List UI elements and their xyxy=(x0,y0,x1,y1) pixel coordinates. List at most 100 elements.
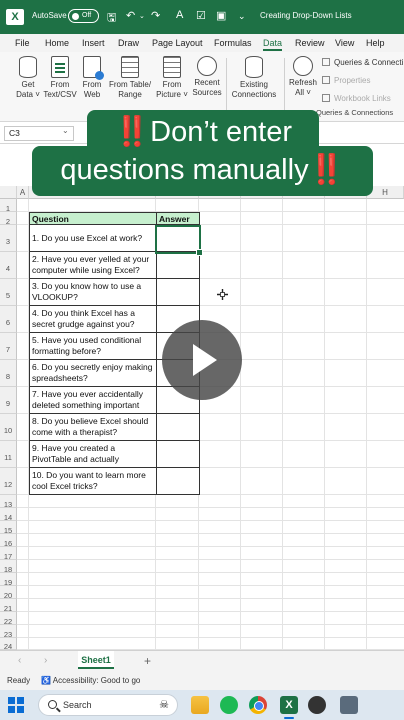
row-header[interactable]: 6 xyxy=(0,306,17,333)
refresh-all-button[interactable]: Refresh All ˅ xyxy=(288,56,318,98)
question-cell[interactable]: 2. Have you ever yelled at your computer… xyxy=(29,251,157,279)
spotify-icon[interactable] xyxy=(220,696,238,714)
tab-home[interactable]: Home xyxy=(45,38,69,48)
accessibility-status[interactable]: ♿ Accessibility: Good to go xyxy=(41,676,140,685)
sheet-tab-sheet1[interactable]: Sheet1 xyxy=(78,651,114,669)
row-header[interactable]: 5 xyxy=(0,279,17,306)
gridline-row xyxy=(17,546,404,547)
existing-connections-button[interactable]: Existing Connections xyxy=(230,56,278,100)
question-cell[interactable]: 8. Do you believe Excel should come with… xyxy=(29,413,157,441)
tab-insert[interactable]: Insert xyxy=(82,38,105,48)
search-placeholder: Search xyxy=(63,700,92,710)
selected-cell-c3[interactable] xyxy=(155,225,203,256)
undo-icon[interactable]: ↶ xyxy=(126,9,135,22)
banner-line-1: ‼️Don’t enter xyxy=(114,116,292,148)
taskbar-search[interactable]: Search ☠ xyxy=(38,694,178,716)
row-header[interactable]: 20 xyxy=(0,586,17,600)
connections-icon xyxy=(245,56,263,78)
properties-button[interactable]: Properties xyxy=(322,76,370,85)
from-text-csv-button[interactable]: From Text/CSV xyxy=(43,56,77,100)
row-header[interactable]: 16 xyxy=(0,534,17,548)
question-cell[interactable]: 7. Have you ever accidentally deleted so… xyxy=(29,386,157,414)
answer-cell[interactable] xyxy=(156,413,200,441)
excel-taskbar-icon[interactable]: X xyxy=(280,696,298,714)
question-cell[interactable]: 3. Do you know how to use a VLOOKUP? xyxy=(29,278,157,306)
answer-cell[interactable] xyxy=(156,440,200,468)
row-header[interactable]: 14 xyxy=(0,508,17,522)
tab-help[interactable]: Help xyxy=(366,38,385,48)
from-picture-button[interactable]: From Picture ˅ xyxy=(155,56,189,100)
undo-dropdown-icon[interactable]: ⌄ xyxy=(139,12,145,20)
answer-cell[interactable] xyxy=(156,251,200,279)
file-explorer-icon[interactable] xyxy=(191,696,209,714)
autosave-label: AutoSave xyxy=(32,11,67,20)
tab-formulas[interactable]: Formulas xyxy=(214,38,252,48)
question-cell[interactable]: 5. Have you used conditional formatting … xyxy=(29,332,157,360)
redo-icon[interactable]: ↷ xyxy=(151,9,160,22)
row-header[interactable]: 11 xyxy=(0,441,17,468)
app-icon[interactable] xyxy=(340,696,358,714)
row-header[interactable]: 12 xyxy=(0,468,17,495)
row-header[interactable]: 9 xyxy=(0,387,17,414)
question-cell[interactable]: 6. Do you secretly enjoy making spreadsh… xyxy=(29,359,157,387)
ribbon-tabs: File Home Insert Draw Page Layout Formul… xyxy=(0,34,404,52)
picture-icon[interactable]: ▣ xyxy=(216,9,226,22)
workbook-links-button[interactable]: Workbook Links xyxy=(322,94,391,103)
save-icon[interactable]: 🖫 xyxy=(107,9,116,28)
prev-sheet-icon[interactable]: ‹ xyxy=(18,655,21,666)
windows-start-icon[interactable] xyxy=(8,697,24,713)
row-header[interactable]: 3 xyxy=(0,225,17,252)
question-cell[interactable]: 10. Do you want to learn more cool Excel… xyxy=(29,467,157,495)
table-icon xyxy=(121,56,139,78)
row-header[interactable]: 8 xyxy=(0,360,17,387)
from-table-range-button[interactable]: From Table/ Range xyxy=(107,56,153,100)
tab-page-layout[interactable]: Page Layout xyxy=(152,38,203,48)
gridline-row xyxy=(17,572,404,573)
ribbon-separator xyxy=(284,58,285,114)
question-cell[interactable]: 4. Do you think Excel has a secret grudg… xyxy=(29,305,157,333)
customize-quick-access-icon[interactable]: ⌄ xyxy=(238,11,246,22)
answer-cell[interactable] xyxy=(156,467,200,495)
next-sheet-icon[interactable]: › xyxy=(44,655,47,666)
column-header-a[interactable]: A xyxy=(17,186,29,199)
obs-icon[interactable] xyxy=(308,696,326,714)
row-header[interactable]: 21 xyxy=(0,599,17,613)
checkbox-icon[interactable]: ☑ xyxy=(196,9,206,22)
play-video-button[interactable] xyxy=(162,320,242,400)
tab-data[interactable]: Data xyxy=(263,38,283,51)
row-header[interactable]: 15 xyxy=(0,521,17,535)
question-cell[interactable]: 1. Do you use Excel at work? xyxy=(29,224,157,252)
row-header[interactable]: 7 xyxy=(0,333,17,360)
queries-connections-button[interactable]: Queries & Connecti xyxy=(322,58,403,67)
sheet-tab-bar: ‹ › Sheet1 + xyxy=(0,650,404,672)
row-header[interactable]: 24 xyxy=(0,638,17,651)
recent-sources-button[interactable]: Recent Sources xyxy=(191,56,223,98)
row-header[interactable]: 4 xyxy=(0,252,17,279)
get-data-button[interactable]: Get Data ˅ xyxy=(14,56,42,100)
row-header[interactable]: 10 xyxy=(0,414,17,441)
tab-view[interactable]: View xyxy=(335,38,354,48)
autosave-toggle[interactable]: Off xyxy=(68,9,99,23)
status-bar: Ready ♿ Accessibility: Good to go xyxy=(0,672,404,690)
answer-cell[interactable] xyxy=(156,278,200,306)
properties-icon xyxy=(322,76,330,84)
chrome-icon[interactable] xyxy=(249,696,267,714)
tab-review[interactable]: Review xyxy=(295,38,325,48)
question-cell[interactable]: 9. Have you created a PivotTable and act… xyxy=(29,440,157,468)
from-web-button[interactable]: From Web xyxy=(80,56,104,100)
row-header[interactable]: 19 xyxy=(0,573,17,587)
row-header[interactable]: 18 xyxy=(0,560,17,574)
add-sheet-button[interactable]: + xyxy=(144,654,151,668)
row-header[interactable]: 13 xyxy=(0,495,17,509)
row-header[interactable]: 2 xyxy=(0,212,17,226)
row-header[interactable]: 17 xyxy=(0,547,17,561)
tab-draw[interactable]: Draw xyxy=(118,38,139,48)
row-header[interactable]: 22 xyxy=(0,612,17,626)
gridline-column xyxy=(324,199,325,650)
select-all-corner[interactable] xyxy=(0,186,17,199)
tab-file[interactable]: File xyxy=(15,38,30,48)
row-header[interactable]: 23 xyxy=(0,625,17,639)
row-header[interactable]: 1 xyxy=(0,199,17,213)
font-color-icon[interactable]: A xyxy=(176,9,183,21)
gridline-row xyxy=(17,611,404,612)
